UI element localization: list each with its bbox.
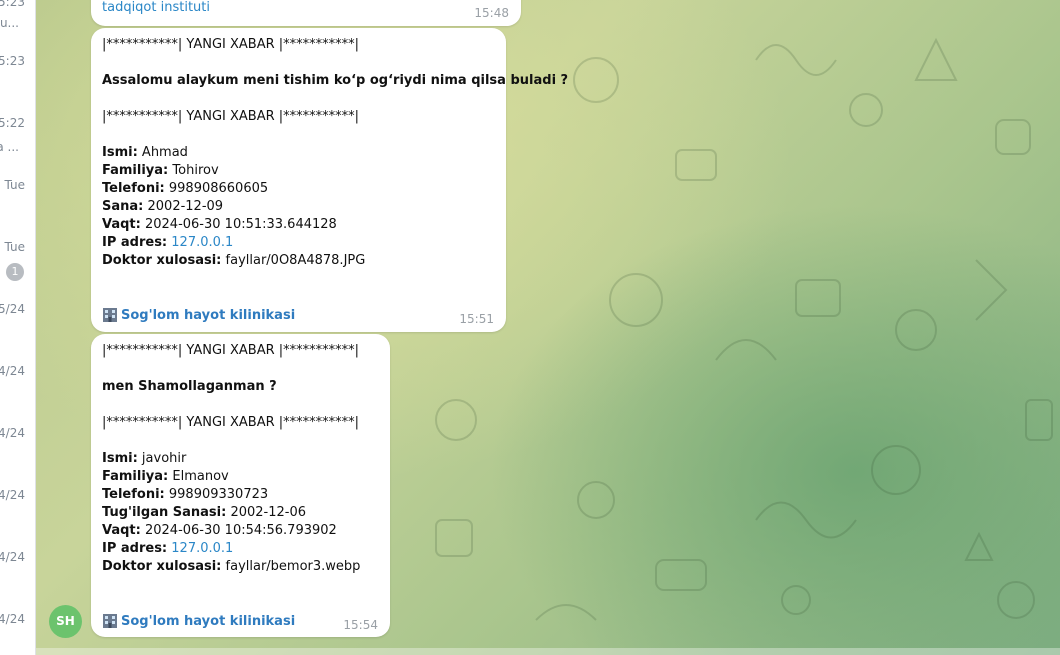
- field-label: Sana:: [102, 199, 144, 214]
- message-bubble-previous[interactable]: tadqiqot instituti 15:48: [91, 0, 521, 26]
- message-time: 15:51: [459, 312, 494, 326]
- field-value: javohir: [141, 451, 187, 466]
- avatar[interactable]: SH: [49, 605, 82, 638]
- message-header: |***********| YANGI XABAR |***********|: [102, 37, 360, 52]
- field-value: 2024-06-30 10:54:56.793902: [144, 523, 337, 538]
- field-value: 2024-06-30 10:51:33.644128: [144, 217, 337, 232]
- field-value: Elmanov: [172, 469, 229, 484]
- message-header: |***********| YANGI XABAR |***********|: [102, 415, 360, 430]
- field-value: fayllar/bemor3.webp: [225, 559, 361, 574]
- field-value: 998908660605: [168, 181, 269, 196]
- chat-list-time[interactable]: 4/24: [0, 612, 25, 626]
- office-building-icon: [103, 614, 117, 628]
- chat-list-time[interactable]: Tue: [5, 240, 26, 254]
- composer-divider: [36, 648, 1060, 655]
- message-link-text[interactable]: tadqiqot instituti: [102, 0, 210, 17]
- field-label: Familiya:: [102, 469, 169, 484]
- field-label: Ismi:: [102, 451, 138, 466]
- ip-link[interactable]: 127.0.0.1: [171, 235, 233, 250]
- message-header: |***********| YANGI XABAR |***********|: [102, 343, 360, 358]
- chat-list-preview[interactable]: a ...: [0, 140, 19, 154]
- message-time: 15:54: [343, 618, 378, 632]
- message-question: men Shamollaganman ?: [102, 379, 277, 394]
- chat-list-time[interactable]: 4/24: [0, 550, 25, 564]
- field-value: fayllar/0O8A4878.JPG: [225, 253, 366, 268]
- message-bubble[interactable]: |***********| YANGI XABAR |***********| …: [91, 28, 568, 332]
- field-label: Doktor xulosasi:: [102, 559, 222, 574]
- chat-list-time[interactable]: 5:22: [0, 116, 25, 130]
- chat-list-time[interactable]: 4/24: [0, 364, 25, 378]
- chat-list-time[interactable]: 4/24: [0, 488, 25, 502]
- message-bubble[interactable]: |***********| YANGI XABAR |***********| …: [91, 334, 390, 637]
- field-label: IP adres:: [102, 235, 168, 250]
- chat-list-time[interactable]: 5:23: [0, 0, 25, 9]
- field-value: Tohirov: [172, 163, 219, 178]
- field-label: IP adres:: [102, 541, 168, 556]
- field-label: Vaqt:: [102, 523, 141, 538]
- field-label: Tug'ilgan Sanasi:: [102, 505, 227, 520]
- field-label: Ismi:: [102, 145, 138, 160]
- message-header: |***********| YANGI XABAR |***********|: [102, 109, 360, 124]
- field-value: Ahmad: [141, 145, 188, 160]
- chat-list-preview[interactable]: u...: [0, 16, 19, 30]
- unread-badge: 1: [6, 263, 24, 281]
- chat-list-time[interactable]: Tue: [5, 178, 26, 192]
- field-label: Vaqt:: [102, 217, 141, 232]
- field-label: Telefoni:: [102, 487, 165, 502]
- chat-list-sidebar: 5:23 u... 5:23 5:22 a ... Tue Tue 1 5/24…: [0, 0, 36, 655]
- chat-list-time[interactable]: 5:23: [0, 54, 25, 68]
- message-time: 15:48: [474, 6, 509, 20]
- clinic-link[interactable]: Sog'lom hayot kilinikasi: [121, 614, 295, 629]
- clinic-link[interactable]: Sog'lom hayot kilinikasi: [121, 308, 295, 323]
- chat-list-time[interactable]: 4/24: [0, 426, 25, 440]
- field-value: 998909330723: [168, 487, 269, 502]
- field-value: 2002-12-09: [147, 199, 224, 214]
- office-building-icon: [103, 308, 117, 322]
- field-label: Familiya:: [102, 163, 169, 178]
- message-question: Assalomu alaykum meni tishim ko‘p og‘riy…: [102, 73, 569, 88]
- field-value: 2002-12-06: [230, 505, 307, 520]
- ip-link[interactable]: 127.0.0.1: [171, 541, 233, 556]
- chat-area: tadqiqot instituti 15:48 |***********| Y…: [36, 0, 1060, 655]
- field-label: Telefoni:: [102, 181, 165, 196]
- chat-list-time[interactable]: 5/24: [0, 302, 25, 316]
- field-label: Doktor xulosasi:: [102, 253, 222, 268]
